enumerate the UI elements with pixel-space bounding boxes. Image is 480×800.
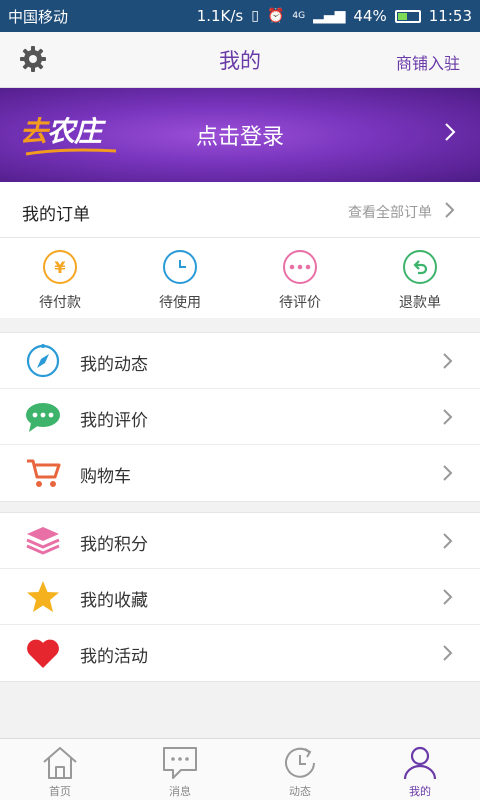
order-status-bar: ¥ 待付款 待使用 待评价 退款单 <box>0 238 480 318</box>
order-pending-review[interactable]: 待评价 <box>240 238 360 318</box>
tab-label: 动态 <box>289 785 311 798</box>
refresh-clock-icon <box>285 747 315 778</box>
order-status-label: 待评价 <box>279 295 321 311</box>
home-icon <box>43 747 77 779</box>
more-dots-icon <box>283 250 317 284</box>
menu-item-my-points[interactable]: 我的积分 <box>0 513 480 569</box>
menu-item-label: 我的收藏 <box>80 591 148 611</box>
view-all-orders-link[interactable]: 查看全部订单 <box>348 202 432 222</box>
person-icon <box>403 746 437 780</box>
chevron-right-icon <box>443 465 453 481</box>
network-type: 4G <box>292 11 306 21</box>
chevron-right-icon <box>443 353 453 369</box>
menu-item-my-dynamics[interactable]: 我的动态 <box>0 333 480 389</box>
cart-icon <box>24 455 62 491</box>
chat-bubble-icon <box>24 399 62 435</box>
battery-percent: 44% <box>353 7 387 25</box>
order-pending-payment[interactable]: ¥ 待付款 <box>0 238 120 318</box>
signal-icon: ▂▄▆ <box>313 8 346 24</box>
menu-item-my-favorites[interactable]: 我的收藏 <box>0 569 480 625</box>
order-pending-use[interactable]: 待使用 <box>120 238 240 318</box>
menu-item-my-activities[interactable]: 我的活动 <box>0 625 480 681</box>
message-icon <box>163 747 197 779</box>
yen-icon: ¥ <box>43 250 77 284</box>
order-status-label: 待付款 <box>39 295 81 311</box>
orders-title: 我的订单 <box>22 205 90 225</box>
menu-group-personal: 我的积分 我的收藏 我的活动 <box>0 512 480 682</box>
tab-mine[interactable]: 我的 <box>360 739 480 800</box>
status-bar: 中国移动 1.1K/s ▯ ⏰ 4G ▂▄▆ 44% 11:53 <box>0 0 480 32</box>
carrier-label: 中国移动 <box>8 7 69 26</box>
star-icon <box>24 579 62 615</box>
chevron-right-icon <box>443 409 453 425</box>
bottom-tab-bar: 首页 消息 动态 我的 <box>0 738 480 800</box>
menu-item-label: 我的积分 <box>80 535 148 555</box>
top-header: 我的 商铺入驻 <box>0 32 480 88</box>
tab-home[interactable]: 首页 <box>0 739 120 800</box>
tab-messages[interactable]: 消息 <box>120 739 240 800</box>
chevron-right-icon <box>443 645 453 661</box>
menu-item-label: 购物车 <box>80 467 131 487</box>
chevron-right-icon <box>445 123 456 141</box>
chevron-right-icon <box>443 589 453 605</box>
menu-item-my-reviews[interactable]: 我的评价 <box>0 389 480 445</box>
menu-item-cart[interactable]: 购物车 <box>0 445 480 501</box>
return-arrow-icon <box>403 250 437 284</box>
compass-icon <box>24 343 62 379</box>
net-speed: 1.1K/s <box>196 7 244 25</box>
layers-icon <box>24 523 62 559</box>
clock-icon <box>163 250 197 284</box>
chevron-right-icon <box>443 533 453 549</box>
order-status-label: 待使用 <box>159 295 201 311</box>
chevron-right-icon <box>445 202 455 218</box>
tab-dynamics[interactable]: 动态 <box>240 739 360 800</box>
vibrate-icon: ▯ <box>251 8 259 24</box>
order-refund[interactable]: 退款单 <box>360 238 480 318</box>
login-banner[interactable]: 去农庄 点击登录 <box>0 88 480 182</box>
heart-icon <box>24 635 62 671</box>
menu-item-label: 我的评价 <box>80 411 148 431</box>
menu-item-label: 我的动态 <box>80 355 148 375</box>
tab-label: 首页 <box>49 785 71 798</box>
shop-entry-link[interactable]: 商铺入驻 <box>396 50 460 74</box>
clock-time: 11:53 <box>428 7 472 25</box>
alarm-icon: ⏰ <box>266 8 285 24</box>
orders-header[interactable]: 我的订单 查看全部订单 <box>0 182 480 238</box>
menu-item-label: 我的活动 <box>80 647 148 667</box>
tab-label: 消息 <box>169 785 191 798</box>
login-label[interactable]: 点击登录 <box>0 119 480 151</box>
order-status-label: 退款单 <box>399 295 441 311</box>
battery-icon <box>394 9 421 23</box>
menu-group-activity: 我的动态 我的评价 购物车 <box>0 332 480 502</box>
tab-label: 我的 <box>409 785 431 798</box>
